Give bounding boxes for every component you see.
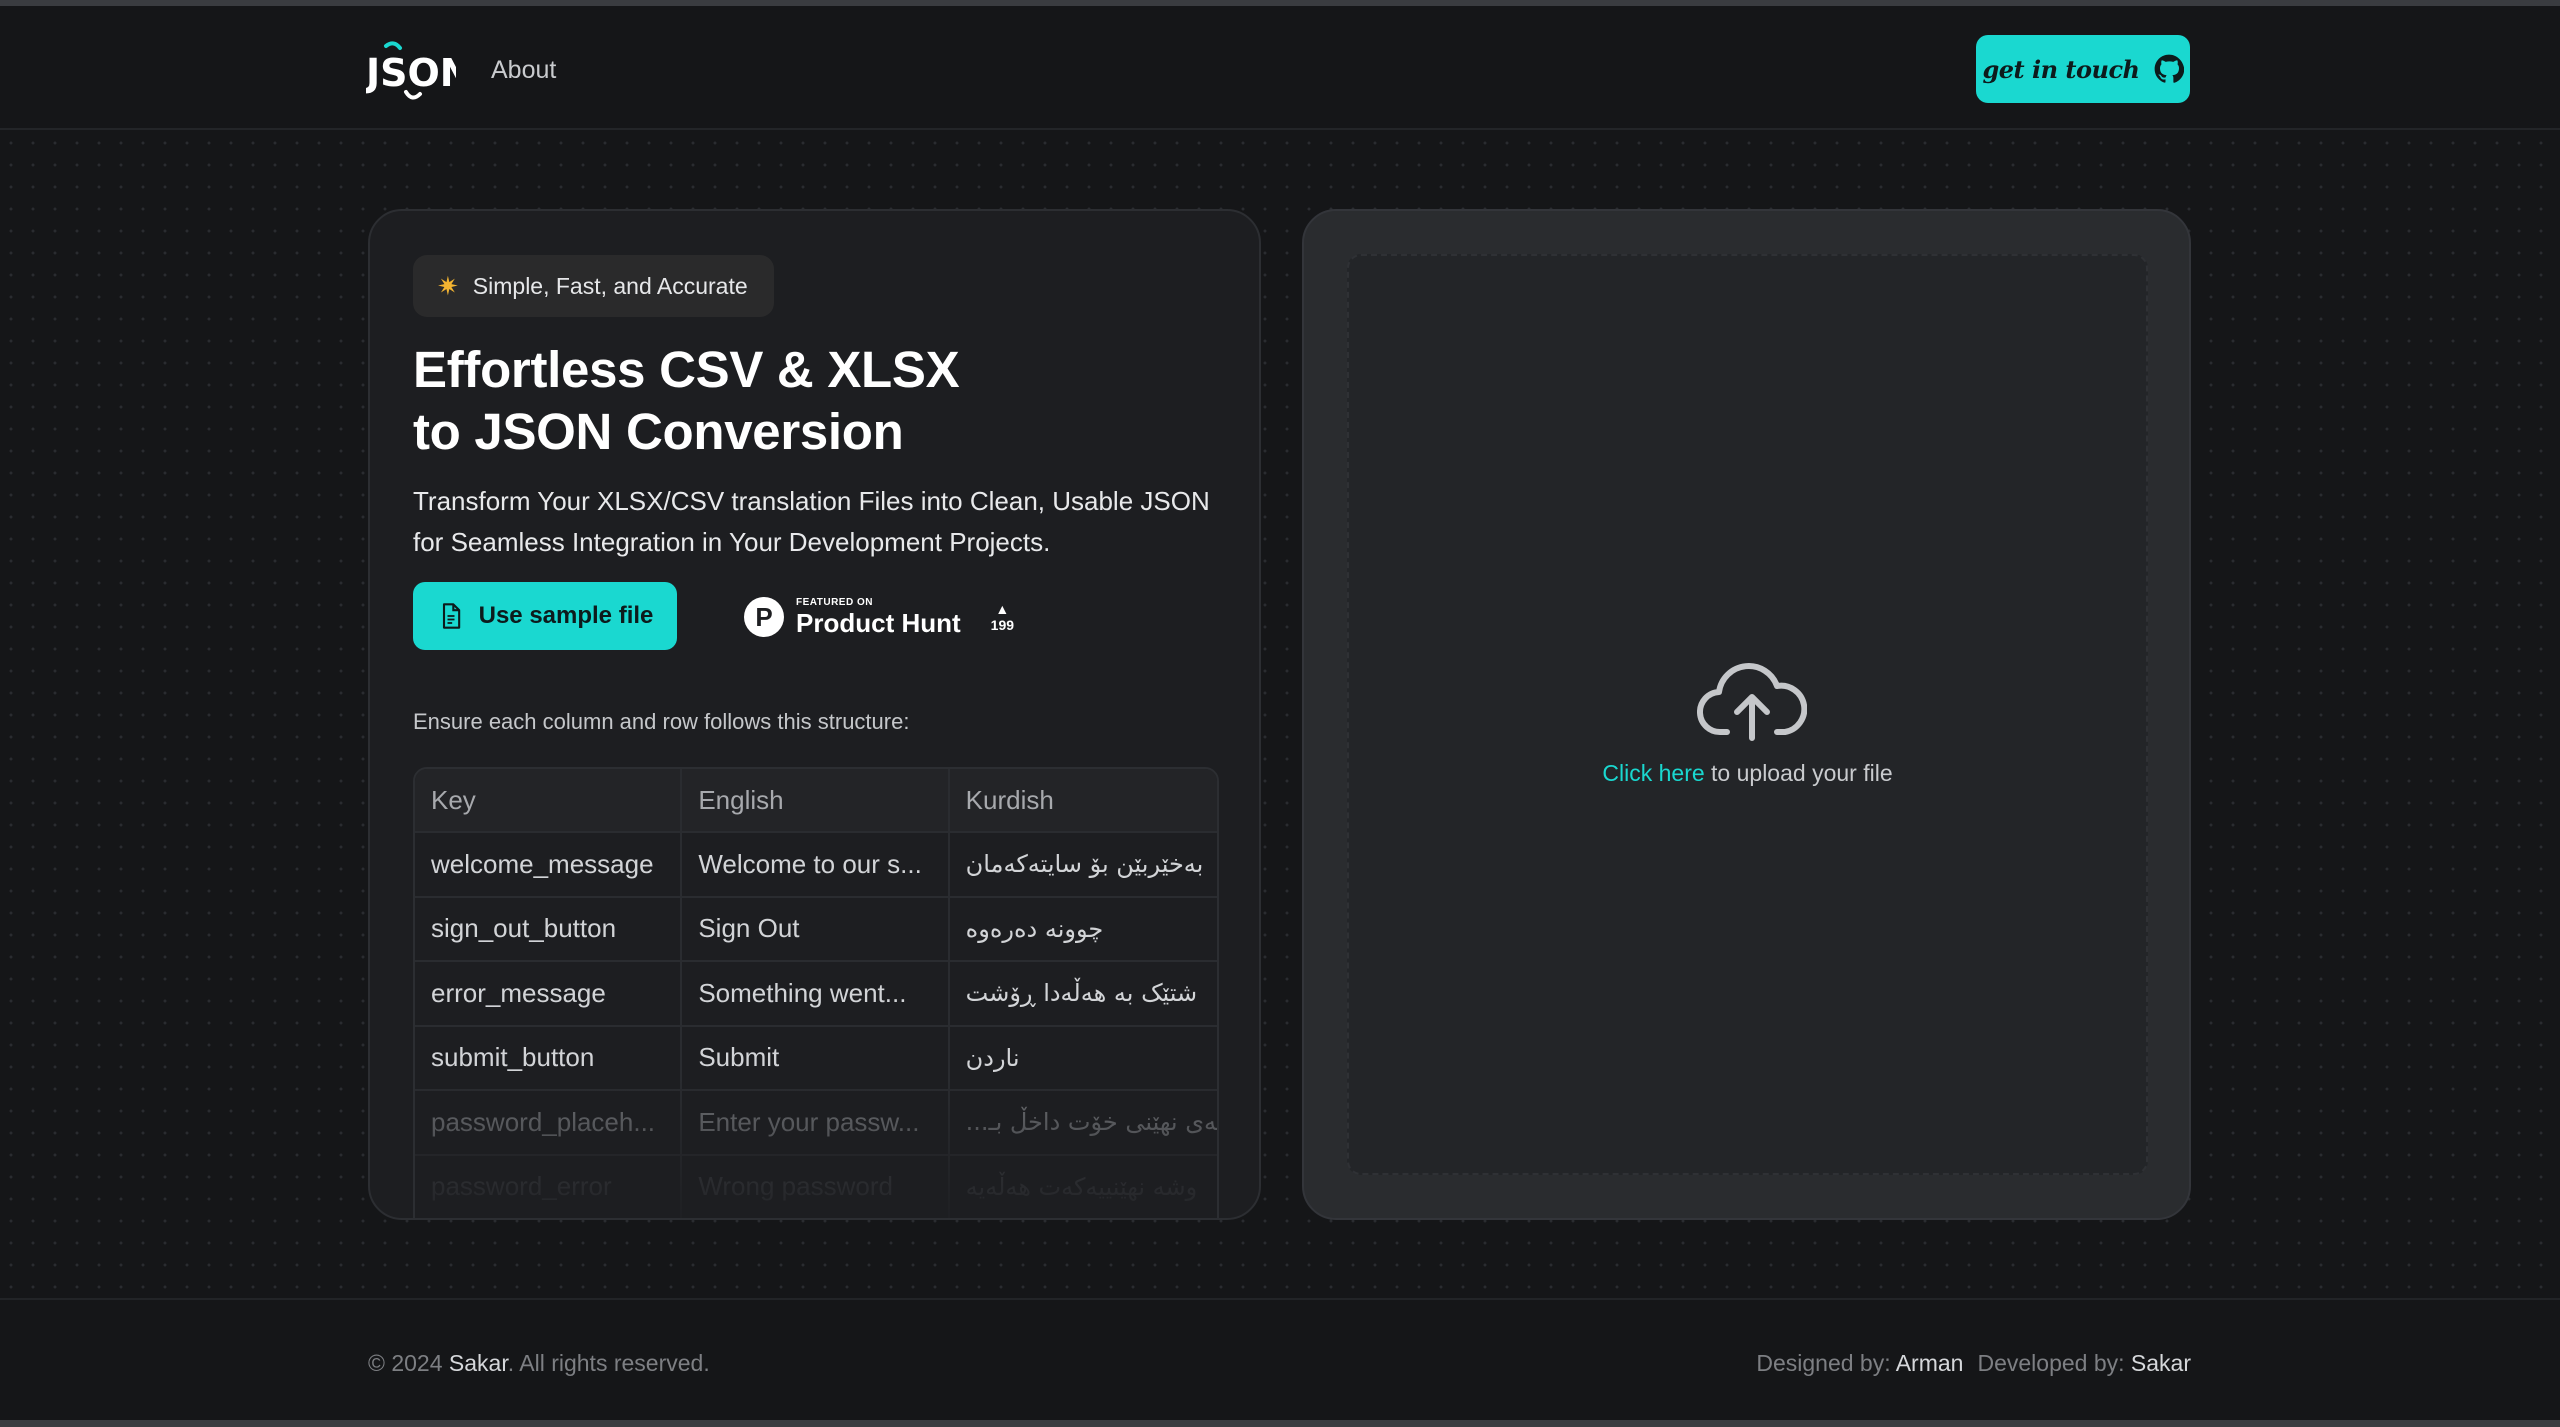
table-header-row: Key English Kurdish xyxy=(415,769,1217,833)
use-sample-file-label: Use sample file xyxy=(478,602,654,629)
product-hunt-votes: 199 xyxy=(990,617,1015,633)
developed-by-label: Developed by: xyxy=(1977,1350,2131,1376)
table-cell-kurdish: ناردن xyxy=(965,1043,1020,1072)
table-row: error_message Something went... شتێک بە … xyxy=(415,962,1217,1027)
get-in-touch-button[interactable]: get in touch xyxy=(1976,35,2190,103)
table-cell-key: password_placeh... xyxy=(415,1091,683,1154)
github-icon xyxy=(2154,54,2184,83)
column-header: Kurdish xyxy=(965,784,1054,815)
logo-text: JSON xyxy=(366,51,456,95)
site-footer: © 2024 Sakar. All rights reserved. Desig… xyxy=(0,1298,2560,1420)
get-in-touch-label: get in touch xyxy=(1982,54,2140,84)
table-cell-kurdish: شتێک بە هەڵەدا ڕۆشت xyxy=(965,979,1198,1008)
designed-by-label: Designed by: xyxy=(1756,1350,1896,1376)
table-cell-kurdish: چوونە دەرەوە xyxy=(965,914,1104,943)
feature-badge: ✷ Simple, Fast, and Accurate xyxy=(413,255,774,317)
table-row: submit_button Submit ناردن xyxy=(415,1026,1217,1091)
table-cell-english: Something went... xyxy=(682,962,950,1025)
copyright: © 2024 Sakar. All rights reserved. xyxy=(368,1350,710,1377)
title-line-1: Effortless CSV & XLSX xyxy=(413,341,960,398)
file-icon xyxy=(442,603,460,629)
table-cell-kurdish: وشە نهێنییەکەت هەڵەیە xyxy=(965,1172,1198,1201)
click-here-link[interactable]: Click here xyxy=(1602,760,1704,786)
upload-instruction: Click here to upload your file xyxy=(1349,760,2146,787)
table-cell-key: submit_button xyxy=(415,1026,683,1089)
copyright-owner-link[interactable]: Sakar xyxy=(449,1350,508,1376)
product-hunt-name: Product Hunt xyxy=(796,608,961,638)
copyright-prefix: © 2024 xyxy=(368,1350,449,1376)
site-header: JSON About get in touch xyxy=(0,6,2560,130)
table-row: welcome_message Welcome to our s... بەخێ… xyxy=(415,833,1217,898)
table-cell-english: Welcome to our s... xyxy=(682,833,950,896)
page: JSON About get in touch ✷ Simple, Fast, … xyxy=(0,0,2560,1427)
table-cell-key: sign_out_button xyxy=(415,897,683,960)
hero-subtitle: Transform Your XLSX/CSV translation File… xyxy=(413,486,1210,557)
copyright-suffix: . All rights reserved. xyxy=(507,1350,710,1376)
table-cell-key: error_message xyxy=(415,962,683,1025)
structure-table: Key English Kurdish welcome_message Welc… xyxy=(413,767,1219,1218)
sparkle-icon: ✷ xyxy=(437,270,459,301)
file-dropzone[interactable]: Click here to upload your file xyxy=(1347,254,2148,1175)
table-cell-english: Wrong password xyxy=(682,1155,950,1218)
page-title: Effortless CSV & XLSX to JSON Conversion xyxy=(413,339,1113,463)
table-row: password_error Wrong password وشە نهێنیی… xyxy=(415,1155,1217,1218)
table-row: password_placeh... Enter your passw... و… xyxy=(415,1091,1217,1156)
table-cell-english: Submit xyxy=(682,1026,950,1089)
upload-card: Click here to upload your file xyxy=(1302,209,2191,1220)
table-cell-kurdish: بەخێربێن بۆ سایتەکەمان xyxy=(965,850,1204,879)
upload-instruction-text: to upload your file xyxy=(1704,760,1893,786)
designer-link[interactable]: Arman xyxy=(1896,1350,1964,1376)
upvote-icon: ▲ xyxy=(995,601,1010,617)
table-cell-english: Sign Out xyxy=(682,897,950,960)
table-cell-english: Enter your passw... xyxy=(682,1091,950,1154)
column-header: English xyxy=(682,769,950,831)
table-row: sign_out_button Sign Out چوونە دەرەوە xyxy=(415,897,1217,962)
use-sample-file-button[interactable]: Use sample file xyxy=(413,582,677,650)
column-header: Key xyxy=(415,769,683,831)
cloud-upload-icon xyxy=(1697,663,1807,741)
product-hunt-icon: P xyxy=(744,597,784,637)
bottom-border xyxy=(0,1420,2560,1427)
json-logo[interactable]: JSON xyxy=(366,38,456,108)
structure-note: Ensure each column and row follows this … xyxy=(413,709,910,734)
nav-about-link[interactable]: About xyxy=(491,56,556,85)
developer-link[interactable]: Sakar xyxy=(2131,1350,2191,1376)
product-hunt-badge[interactable]: P FEATURED ON Product Hunt ▲ 199 xyxy=(744,589,1014,645)
credits: Designed by: Arman Developed by: Sakar xyxy=(1756,1350,2191,1377)
table-cell-key: password_error xyxy=(415,1155,683,1218)
table-cell-kurdish: وشەی نهێنی خۆت داخڵ بـ... xyxy=(965,1108,1217,1137)
title-line-2: to JSON Conversion xyxy=(413,403,904,460)
table-cell-key: welcome_message xyxy=(415,833,683,896)
badge-text: Simple, Fast, and Accurate xyxy=(472,272,748,299)
intro-card: ✷ Simple, Fast, and Accurate Effortless … xyxy=(368,209,1261,1220)
